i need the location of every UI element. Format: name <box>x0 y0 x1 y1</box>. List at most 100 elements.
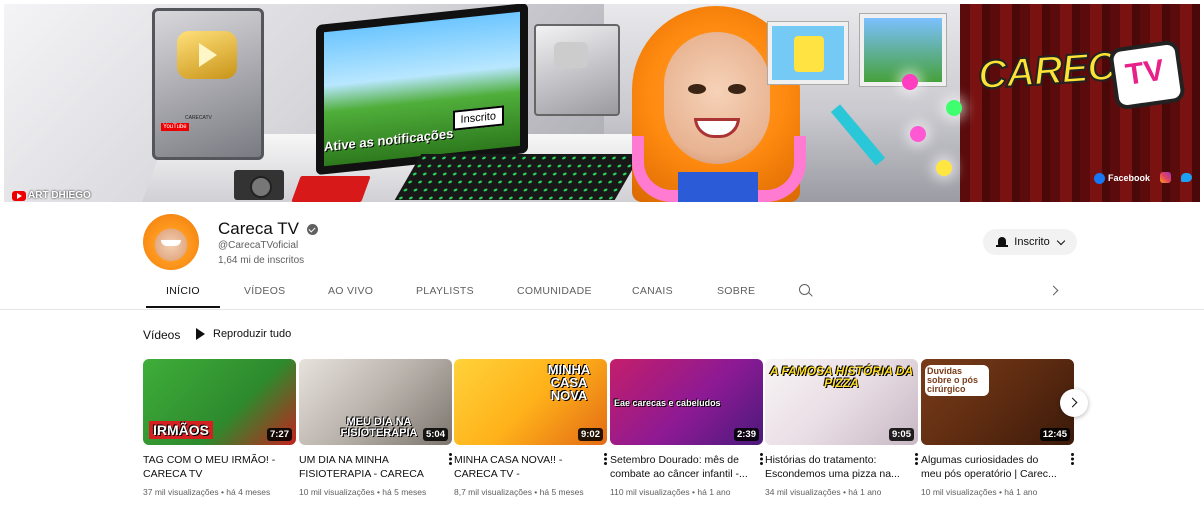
tab-canais[interactable]: CANAIS <box>632 278 673 308</box>
video-meta: 37 mil visualizações • há 4 meses <box>143 487 271 497</box>
facebook-link[interactable]: Facebook <box>1093 172 1150 185</box>
thumbnail-overlay-text: A FAMOSA HISTÓRIA DA PIZZA <box>769 364 914 390</box>
more-options-icon[interactable] <box>603 452 607 466</box>
video-thumbnail[interactable]: Duvidas sobre o pós cirúrgico 12:45 <box>921 359 1074 445</box>
more-options-icon[interactable] <box>1070 452 1074 466</box>
carousel-next-button[interactable] <box>1060 389 1088 417</box>
gold-play-icon <box>177 31 237 79</box>
thumbnail-overlay-text: Duvidas sobre o pós cirúrgico <box>925 365 989 396</box>
camera-icon <box>234 170 284 200</box>
video-card[interactable]: MINHA CASA NOVA 9:02 MINHA CASA NOVA!! -… <box>454 359 607 497</box>
video-thumbnail[interactable]: Eae carecas e cabeludos 2:39 <box>610 359 763 445</box>
tab-sobre[interactable]: SOBRE <box>717 278 755 308</box>
video-duration: 7:27 <box>266 428 292 441</box>
video-card[interactable]: Duvidas sobre o pós cirúrgico 12:45 Algu… <box>921 359 1074 497</box>
video-duration: 12:45 <box>1039 428 1070 441</box>
video-meta: 10 mil visualizações • há 1 ano <box>921 487 1038 497</box>
video-meta: 110 mil visualizações • há 1 ano <box>610 487 731 497</box>
search-icon[interactable] <box>799 284 813 298</box>
video-card[interactable]: IRMÃOS 7:27 TAG COM O MEU IRMÃO! - CAREC… <box>143 359 296 497</box>
video-title[interactable]: UM DIA NA MINHA FISIOTERAPIA - CARECA TV… <box>299 453 437 481</box>
facebook-icon <box>1093 173 1105 185</box>
subscribed-button[interactable]: Inscrito <box>983 229 1077 255</box>
eye-right <box>728 84 746 94</box>
plaque-channel: CARECATV <box>185 115 212 121</box>
more-options-icon[interactable] <box>759 452 763 466</box>
banner-speaker <box>534 24 620 116</box>
banner-social-links: Facebook <box>1093 172 1192 185</box>
video-meta: 34 mil visualizações • há 1 ano <box>765 487 882 497</box>
more-options-icon[interactable] <box>914 452 918 466</box>
tab-inicio[interactable]: INÍCIO <box>146 278 220 308</box>
eye-left <box>688 84 706 94</box>
youtube-icon <box>12 190 26 201</box>
picture-frame-game <box>860 14 946 86</box>
video-title[interactable]: TAG COM O MEU IRMÃO! - CARECA TV <box>143 453 281 481</box>
video-thumbnail[interactable]: MINHA CASA NOVA 9:02 <box>454 359 607 445</box>
video-card[interactable]: MEU DIA NA FISIOTERAPIA 5:04 UM DIA NA M… <box>299 359 452 497</box>
tab-playlists[interactable]: PLAYLISTS <box>416 278 474 308</box>
bell-icon <box>996 236 1009 248</box>
tabs-divider <box>0 309 1204 310</box>
video-card[interactable]: Eae carecas e cabeludos 2:39 Setembro Do… <box>610 359 763 497</box>
chevron-down-icon <box>1056 236 1065 245</box>
video-duration: 9:05 <box>888 428 914 441</box>
video-meta: 10 mil visualizações • há 5 meses <box>299 487 427 497</box>
channel-banner: YouTube CARECATV Ative as notificações I… <box>4 4 1200 202</box>
art-credit: ART DHIEGO <box>12 190 91 201</box>
thumbnail-overlay-text: Eae carecas e cabeludos <box>614 398 721 408</box>
banner-keyboard <box>394 154 642 200</box>
verified-icon <box>306 223 318 235</box>
subscribed-button-label: Inscrito <box>1014 236 1050 248</box>
twitter-link[interactable] <box>1181 173 1192 184</box>
video-meta: 8,7 mil visualizações • há 5 meses <box>454 487 584 497</box>
banner-red-box <box>291 176 371 202</box>
plaque-label: YouTube <box>161 123 189 131</box>
video-duration: 9:02 <box>577 428 603 441</box>
banner-logo-tv-text: TV <box>1123 53 1167 92</box>
video-thumbnail[interactable]: IRMÃOS 7:27 <box>143 359 296 445</box>
picture-frame-sponge <box>768 22 848 84</box>
more-options-icon[interactable] <box>448 452 452 466</box>
thumbnail-overlay-text: MINHA CASA NOVA <box>547 362 591 403</box>
thumbnail-overlay-text: MEU DIA NA FISIOTERAPIA <box>340 416 418 439</box>
video-thumbnail[interactable]: MEU DIA NA FISIOTERAPIA 5:04 <box>299 359 452 445</box>
thumbnail-overlay-text: IRMÃOS <box>149 421 213 439</box>
tab-ao-vivo[interactable]: AO VIVO <box>328 278 373 308</box>
video-title[interactable]: Histórias do tratamento: Escondemos uma … <box>765 453 903 481</box>
banner-shirt <box>678 172 758 202</box>
banner-monitor: Ative as notificações Inscrito <box>316 4 528 176</box>
light-bulb <box>902 74 918 90</box>
smile <box>694 118 740 138</box>
video-card[interactable]: A FAMOSA HISTÓRIA DA PIZZA 9:05 História… <box>765 359 918 497</box>
video-thumbnail[interactable]: A FAMOSA HISTÓRIA DA PIZZA 9:05 <box>765 359 918 445</box>
channel-avatar[interactable] <box>143 214 199 270</box>
channel-tabs: INÍCIO VÍDEOS AO VIVO PLAYLISTS COMUNIDA… <box>143 278 1073 308</box>
art-credit-text: ART DHIEGO <box>28 190 91 201</box>
subscriber-count: 1,64 mi de inscritos <box>218 255 305 266</box>
light-bulb <box>936 160 952 176</box>
play-button-plaque: YouTube CARECATV <box>152 8 264 160</box>
video-title[interactable]: Algumas curiosidades do meu pós operatór… <box>921 453 1059 481</box>
instagram-icon <box>1160 172 1171 183</box>
chevron-right-icon[interactable] <box>1048 285 1059 296</box>
tab-videos[interactable]: VÍDEOS <box>244 278 285 308</box>
twitter-icon <box>1181 173 1192 182</box>
light-bulb <box>910 126 926 142</box>
video-title[interactable]: MINHA CASA NOVA!! - CARECA TV - <box>454 453 592 481</box>
light-bulb <box>946 100 962 116</box>
video-duration: 5:04 <box>422 428 448 441</box>
instagram-link[interactable] <box>1160 172 1171 185</box>
video-duration: 2:39 <box>733 428 759 441</box>
play-all-button[interactable]: Reproduzir tudo <box>196 328 291 340</box>
play-icon <box>196 328 205 340</box>
sword-icon <box>830 104 886 166</box>
banner-logo-tv: TV <box>1108 39 1186 111</box>
video-title[interactable]: Setembro Dourado: mês de combate ao cânc… <box>610 453 748 481</box>
tab-comunidade[interactable]: COMUNIDADE <box>517 278 592 308</box>
section-title[interactable]: Vídeos <box>143 328 180 342</box>
play-all-label: Reproduzir tudo <box>213 328 292 340</box>
silver-play-icon <box>554 42 588 68</box>
facebook-link-text: Facebook <box>1107 172 1150 183</box>
channel-name: Careca TV <box>218 219 318 239</box>
